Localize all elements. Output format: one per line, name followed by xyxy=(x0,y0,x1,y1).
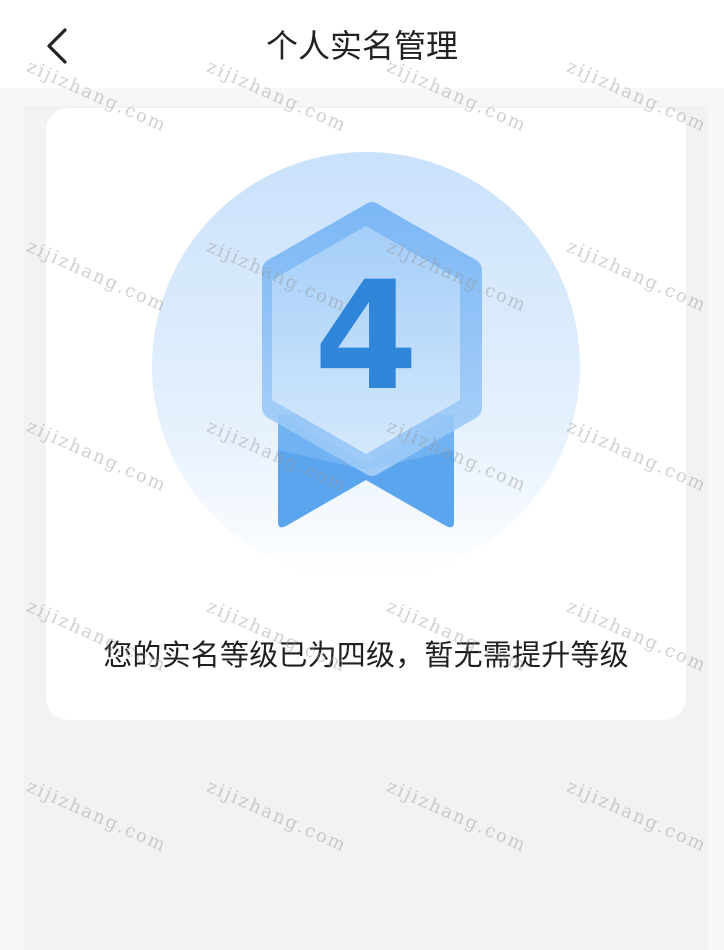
left-gutter xyxy=(0,106,24,950)
level-card: 4 您的实名等级已为四级，暂无需提升等级 xyxy=(46,108,686,720)
level-digit: 4 xyxy=(314,250,418,424)
header-divider xyxy=(0,88,724,106)
page-title: 个人实名管理 xyxy=(265,27,458,65)
medal-icon: 4 xyxy=(150,150,582,582)
app-header: 个人实名管理 xyxy=(0,0,724,88)
level-status-text: 您的实名等级已为四级，暂无需提升等级 xyxy=(103,638,629,672)
level-badge-graphic: 4 xyxy=(152,152,580,580)
